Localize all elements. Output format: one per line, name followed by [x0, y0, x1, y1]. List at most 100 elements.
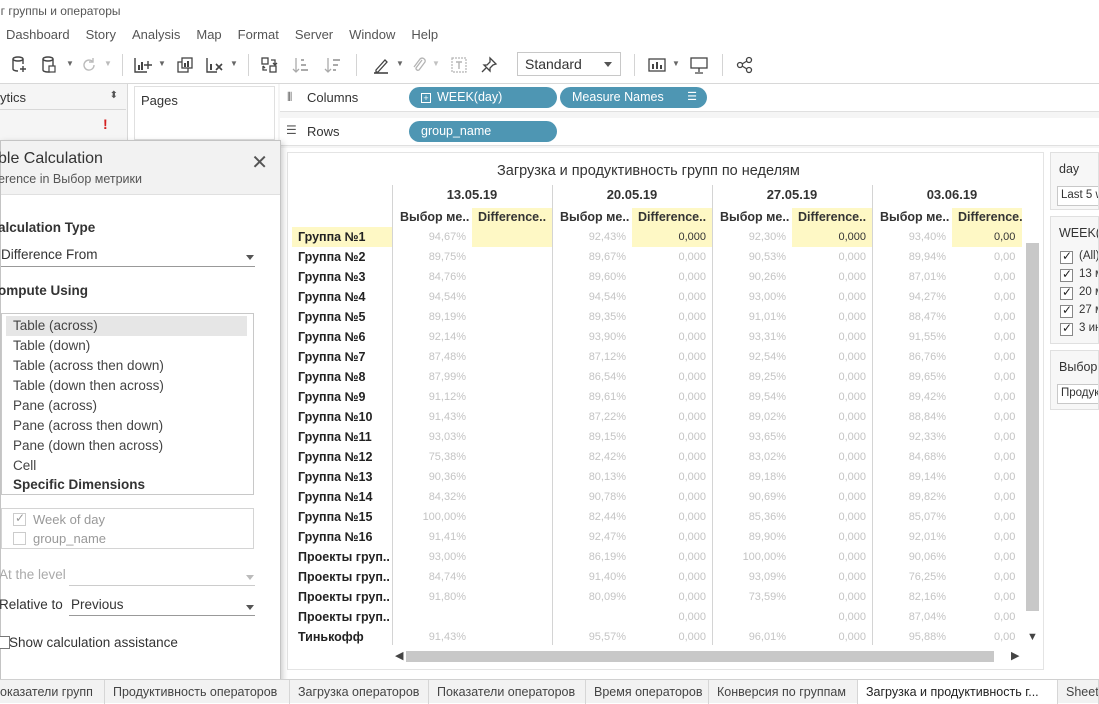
difference-cell[interactable]: 0,000 [632, 607, 712, 627]
show-me-icon[interactable] [646, 54, 668, 76]
week-header[interactable]: 20.05.19 [552, 187, 712, 202]
difference-cell[interactable]: 0,00 [952, 627, 1022, 647]
row-header[interactable]: Группа №9 [292, 387, 392, 407]
difference-cell[interactable] [472, 507, 552, 527]
row-header[interactable]: Группа №6 [292, 327, 392, 347]
metric-cell[interactable]: 84,74% [392, 567, 472, 587]
metric-cell[interactable]: 94,27% [872, 287, 952, 307]
metric-cell[interactable]: 90,06% [872, 547, 952, 567]
rows-shelf[interactable] [280, 118, 1099, 146]
sheet-tab[interactable]: Время операторов [586, 680, 709, 704]
sheet-tab[interactable]: Продуктивность операторов [105, 680, 290, 704]
difference-cell[interactable]: 0,00 [952, 427, 1022, 447]
metric-cell[interactable]: 87,99% [392, 367, 472, 387]
fit-select[interactable]: Standard [517, 52, 621, 76]
metric-cell[interactable]: 91,80% [392, 587, 472, 607]
difference-cell[interactable]: 0,000 [792, 387, 872, 407]
compute-option[interactable]: Specific Dimensions [6, 475, 247, 495]
highlight-icon[interactable] [370, 54, 392, 76]
row-header[interactable]: Группа №14 [292, 487, 392, 507]
swap-icon[interactable] [258, 54, 280, 76]
show-me-caret-icon[interactable]: ▼ [672, 59, 680, 68]
sheet-tab[interactable]: Загрузка операторов [290, 680, 429, 704]
difference-cell[interactable]: 0,000 [632, 627, 712, 647]
difference-cell[interactable]: 0,00 [952, 467, 1022, 487]
difference-cell[interactable]: 0,00 [952, 307, 1022, 327]
row-header[interactable]: Группа №12 [292, 447, 392, 467]
difference-cell[interactable]: 0,000 [792, 427, 872, 447]
metric-cell[interactable]: 92,01% [872, 527, 952, 547]
metric-cell[interactable]: 89,19% [392, 307, 472, 327]
metric-cell[interactable]: 92,14% [392, 327, 472, 347]
compute-option[interactable]: Table (across then down) [6, 356, 247, 376]
metric-cell[interactable]: 87,12% [552, 347, 632, 367]
difference-cell[interactable]: 0,000 [632, 427, 712, 447]
metric-cell[interactable]: 94,54% [552, 287, 632, 307]
menu-item-map[interactable]: Map [196, 27, 221, 42]
metric-column-header[interactable]: Выбор ме.. [714, 208, 792, 228]
metric-cell[interactable]: 93,90% [552, 327, 632, 347]
difference-cell[interactable]: 0,000 [632, 587, 712, 607]
metric-cell[interactable]: 91,55% [872, 327, 952, 347]
sheet-tab[interactable]: оказатели групп [0, 680, 105, 704]
difference-cell[interactable]: 0,000 [632, 527, 712, 547]
compute-option[interactable]: Cell [6, 456, 247, 476]
metric-cell[interactable]: 92,47% [552, 527, 632, 547]
metric-cell[interactable]: 86,54% [552, 367, 632, 387]
day-filter-select[interactable]: Last 5 w [1057, 186, 1098, 206]
metric-cell[interactable]: 100,00% [712, 547, 792, 567]
metric-cell[interactable]: 89,25% [712, 367, 792, 387]
dim-checkbox-week[interactable] [13, 511, 26, 526]
metric-cell[interactable]: 93,31% [712, 327, 792, 347]
difference-cell[interactable]: 0,000 [632, 407, 712, 427]
difference-cell[interactable]: 0,00 [952, 247, 1022, 267]
pages-shelf[interactable]: Pages [134, 86, 275, 140]
difference-cell[interactable]: 0,000 [632, 287, 712, 307]
metric-cell[interactable]: 73,59% [712, 587, 792, 607]
refresh-caret-icon[interactable]: ▼ [104, 59, 112, 68]
difference-cell[interactable]: 0,000 [632, 467, 712, 487]
row-header[interactable]: Группа №3 [292, 267, 392, 287]
sheet-tab[interactable]: Показатели операторов [429, 680, 586, 704]
row-header[interactable]: Группа №13 [292, 467, 392, 487]
close-icon[interactable]: ✕ [251, 150, 268, 175]
row-header[interactable]: Группа №8 [292, 367, 392, 387]
metric-cell[interactable]: 89,94% [872, 247, 952, 267]
expand-plus-icon[interactable]: + [421, 93, 431, 103]
dim-checkbox-group[interactable] [13, 532, 26, 545]
metric-cell[interactable]: 89,61% [552, 387, 632, 407]
menu-item-dashboard[interactable]: Dashboard [6, 27, 70, 42]
difference-cell[interactable]: 0,00 [952, 567, 1022, 587]
row-header[interactable]: Группа №7 [292, 347, 392, 367]
difference-cell[interactable]: 0,000 [792, 307, 872, 327]
difference-cell[interactable]: 0,00 [952, 367, 1022, 387]
label-icon[interactable] [448, 54, 470, 76]
difference-cell[interactable] [472, 527, 552, 547]
vertical-scrollbar[interactable]: ▼ [1024, 233, 1040, 647]
metric-cell[interactable]: 92,54% [712, 347, 792, 367]
metric-cell[interactable]: 89,65% [872, 367, 952, 387]
metric-cell[interactable]: 100,00% [392, 507, 472, 527]
menu-item-analysis[interactable]: Analysis [132, 27, 180, 42]
difference-cell[interactable]: 0,00 [952, 347, 1022, 367]
difference-cell[interactable] [472, 587, 552, 607]
sort-arrows-icon[interactable]: ⬍ [110, 90, 118, 101]
difference-cell[interactable]: 0,000 [792, 407, 872, 427]
difference-cell[interactable]: 0,000 [632, 347, 712, 367]
week-filter-checkbox[interactable] [1060, 285, 1073, 300]
row-header[interactable]: Проекты груп.. [292, 607, 392, 627]
horizontal-scrollbar[interactable]: ◀ ▶ [392, 648, 1022, 664]
new-worksheet-caret-icon[interactable]: ▼ [158, 59, 166, 68]
row-header[interactable]: Группа №10 [292, 407, 392, 427]
metric-cell[interactable]: 88,47% [872, 307, 952, 327]
row-header[interactable]: Группа №16 [292, 527, 392, 547]
difference-column-header[interactable]: Difference.. [632, 208, 712, 228]
difference-cell[interactable]: 0,00 [952, 587, 1022, 607]
difference-cell[interactable] [472, 227, 552, 247]
difference-cell[interactable]: 0,000 [632, 307, 712, 327]
row-header[interactable]: Проекты груп.. [292, 567, 392, 587]
duplicate-icon[interactable] [174, 54, 196, 76]
metric-cell[interactable] [392, 607, 472, 627]
metric-cell[interactable]: 93,09% [712, 567, 792, 587]
metric-cell[interactable]: 94,54% [392, 287, 472, 307]
